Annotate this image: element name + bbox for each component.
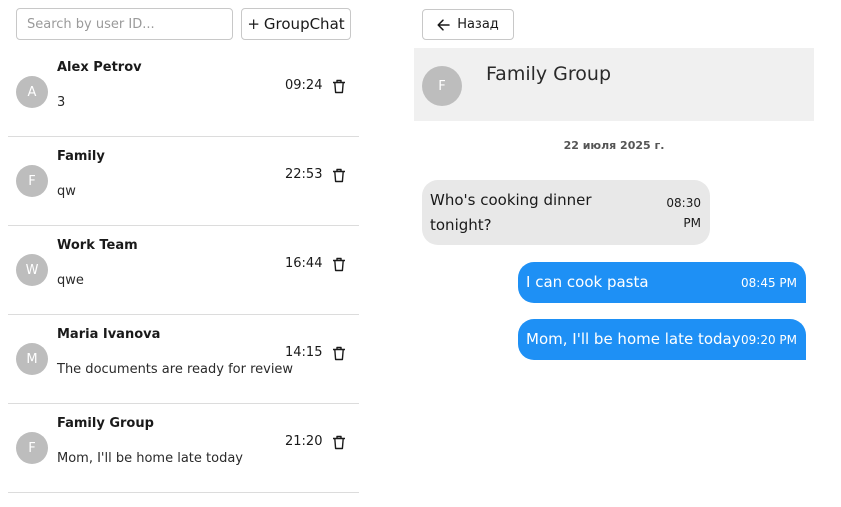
outgoing-message: I can cook pasta 08:45 PM (518, 262, 806, 303)
plus-icon: + (247, 15, 260, 33)
chat-list-item[interactable]: W Work Team qwe 16:44 (8, 226, 359, 315)
chat-last-message: qw (57, 184, 76, 199)
back-button-label: Назад (457, 17, 499, 32)
group-chat-button-label: GroupChat (263, 15, 345, 33)
trash-icon[interactable] (332, 435, 346, 450)
trash-icon[interactable] (332, 346, 346, 361)
chat-list: A Alex Petrov 3 09:24 F Family qw 22:53 … (8, 48, 359, 493)
avatar: F (16, 432, 48, 464)
trash-icon[interactable] (332, 257, 346, 272)
avatar: M (16, 343, 48, 375)
chat-time: 21:20 (285, 434, 323, 449)
chat-list-item[interactable]: A Alex Petrov 3 09:24 (8, 48, 359, 137)
message-time: 08:30 PM (666, 196, 701, 230)
chat-last-message: qwe (57, 273, 84, 288)
chat-list-panel: + GroupChat A Alex Petrov 3 09:24 F Fami… (8, 8, 359, 507)
chat-time: 16:44 (285, 256, 323, 271)
search-input[interactable] (16, 8, 233, 40)
chat-time: 22:53 (285, 167, 323, 182)
chat-time: 14:15 (285, 345, 323, 360)
chat-time: 09:24 (285, 78, 323, 93)
avatar: W (16, 254, 48, 286)
message-text: Mom, I'll be home late today (526, 330, 741, 348)
avatar: F (422, 66, 462, 106)
date-separator: 22 июля 2025 г. (563, 139, 665, 152)
avatar: F (16, 165, 48, 197)
chat-list-item[interactable]: F Family Group Mom, I'll be home late to… (8, 404, 359, 493)
message-text: Who's cooking dinner tonight? (430, 191, 592, 234)
back-button[interactable]: Назад (422, 9, 514, 40)
arrow-left-icon (437, 18, 450, 31)
chat-list-item[interactable]: M Maria Ivanova The documents are ready … (8, 315, 359, 404)
chat-list-item[interactable]: F Family qw 22:53 (8, 137, 359, 226)
chat-last-message: The documents are ready for review (57, 362, 294, 377)
conversation-header: F Family Group (414, 48, 814, 121)
chat-last-message: Mom, I'll be home late today (57, 451, 243, 466)
add-group-chat-button[interactable]: + GroupChat (241, 8, 351, 40)
conversation-title: Family Group (486, 63, 612, 85)
chat-name: Family Group (57, 416, 154, 431)
incoming-message: Who's cooking dinner tonight? 08:30 PM (422, 180, 710, 245)
chat-name: Maria Ivanova (57, 327, 161, 342)
message-text: I can cook pasta (526, 273, 649, 291)
chat-name: Family (57, 149, 105, 164)
message-time: 08:45 PM (741, 276, 797, 290)
chat-name: Work Team (57, 238, 138, 253)
trash-icon[interactable] (332, 168, 346, 183)
chat-last-message: 3 (57, 95, 66, 110)
outgoing-message: Mom, I'll be home late today 09:20 PM (518, 319, 806, 360)
message-time: 09:20 PM (741, 333, 797, 347)
chat-name: Alex Petrov (57, 60, 142, 75)
avatar: A (16, 76, 48, 108)
trash-icon[interactable] (332, 79, 346, 94)
